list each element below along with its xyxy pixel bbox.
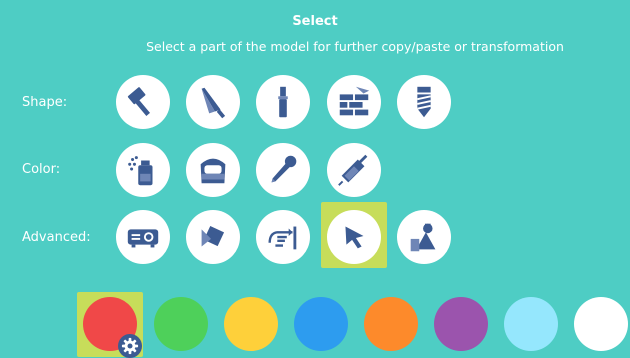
- brick-wall-icon: [339, 86, 370, 116]
- tool-projector[interactable]: [116, 210, 170, 264]
- row-label-shape: Shape:: [22, 95, 68, 110]
- color-swatch-yellow[interactable]: [224, 297, 278, 351]
- tool-hammer[interactable]: [116, 75, 170, 129]
- dialog-title: Select: [292, 14, 338, 29]
- color-swatch-blue[interactable]: [294, 297, 348, 351]
- hammer-icon: [127, 87, 151, 116]
- color-swatch-white[interactable]: [574, 297, 628, 351]
- tool-select-arrow[interactable]: [327, 210, 381, 264]
- tool-shapes[interactable]: [397, 210, 451, 264]
- color-swatch-green[interactable]: [154, 297, 208, 351]
- tool-syringe[interactable]: [327, 143, 381, 197]
- tool-dropper[interactable]: [256, 143, 310, 197]
- spray-can-icon: [128, 156, 153, 186]
- color-swatch-orange[interactable]: [364, 297, 418, 351]
- tool-drill[interactable]: [397, 75, 451, 129]
- tool-chisel[interactable]: [256, 75, 310, 129]
- select-arrow-icon: [345, 226, 364, 249]
- color-swatch-light-blue[interactable]: [504, 297, 558, 351]
- color-swatch-purple[interactable]: [434, 297, 488, 351]
- tool-spray-can[interactable]: [116, 143, 170, 197]
- row-label-advanced: Advanced:: [22, 230, 91, 245]
- tool-rotate-shape[interactable]: [186, 210, 240, 264]
- dialog-subtitle: Select a part of the model for further c…: [146, 39, 564, 54]
- tool-trowel[interactable]: [186, 75, 240, 129]
- tool-brick-wall[interactable]: [327, 75, 381, 129]
- gear-icon: [121, 337, 139, 355]
- hand-pointer-icon: [268, 226, 297, 250]
- tool-hand-pointer[interactable]: [256, 210, 310, 264]
- shapes-icon: [410, 223, 436, 252]
- rotate-shape-icon: [201, 225, 225, 247]
- chisel-icon: [278, 86, 288, 118]
- syringe-icon: [338, 154, 368, 186]
- tool-paint-bucket[interactable]: [186, 143, 240, 197]
- paint-bucket-icon: [200, 158, 226, 184]
- dropper-icon: [271, 155, 297, 183]
- color-settings-button[interactable]: [118, 334, 142, 358]
- row-label-color: Color:: [22, 162, 61, 177]
- projector-icon: [127, 229, 159, 248]
- trowel-icon: [201, 87, 226, 119]
- drill-icon: [417, 86, 431, 118]
